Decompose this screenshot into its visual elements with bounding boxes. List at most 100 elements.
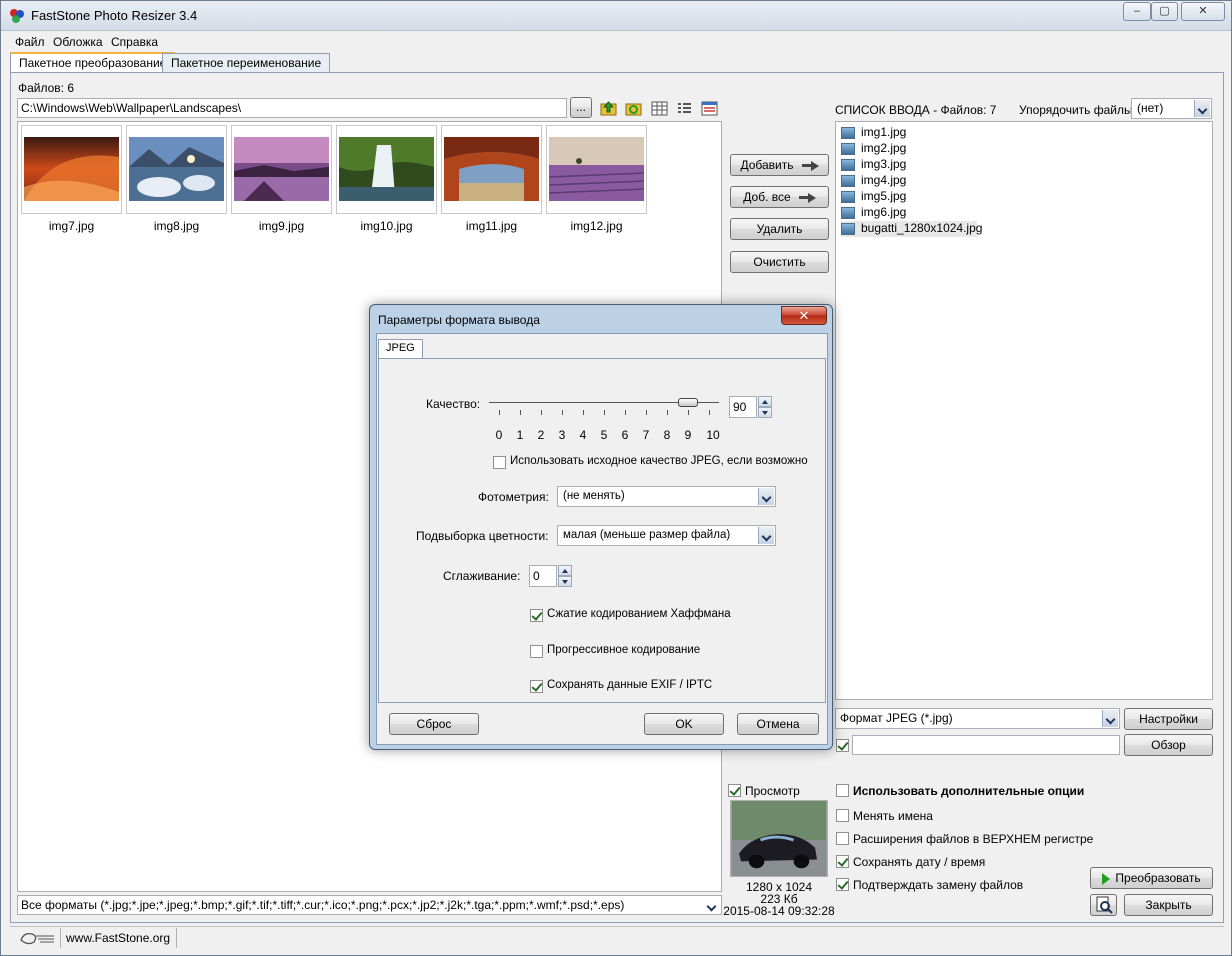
menu-skin[interactable]: Обложка [53,35,103,49]
thumbnail[interactable] [336,125,437,214]
details-view-icon[interactable] [701,100,718,117]
quality-spinner[interactable] [758,396,772,418]
keep-exif-label: Сохранять данные EXIF / IPTC [547,679,713,691]
tab-jpeg[interactable]: JPEG [378,339,423,358]
title-bar[interactable]: FastStone Photo Resizer 3.4 – ▢ ✕ [1,1,1231,31]
spin-up-icon[interactable] [558,565,572,576]
smoothing-spinner[interactable] [558,565,572,587]
image-file-icon [841,207,855,219]
spin-down-icon[interactable] [558,576,572,587]
list-view-icon[interactable] [676,100,693,117]
progressive-checkbox[interactable] [530,645,543,658]
maximize-button[interactable]: ▢ [1151,2,1178,21]
uppercase-ext-checkbox[interactable] [836,832,849,845]
smoothing-label: Сглаживание: [443,569,521,583]
dialog-close-button[interactable]: ✕ [781,306,827,325]
add-all-button[interactable]: Доб. все [730,186,829,208]
chevron-down-icon[interactable] [758,527,774,544]
image-file-icon [841,223,855,235]
image-file-icon [841,143,855,155]
list-item[interactable]: bugatti_1280x1024.jpg [841,221,982,237]
chroma-subsampling-combo[interactable]: малая (меньше размер файла) [557,525,776,546]
output-folder-field[interactable] [852,735,1120,755]
chevron-down-icon[interactable] [704,897,720,913]
slider-thumb[interactable] [678,398,698,407]
menu-file[interactable]: Файл [15,35,45,49]
add-button[interactable]: Добавить [730,154,829,176]
landscape-photo [234,137,329,201]
quality-slider[interactable] [489,398,719,422]
smoothing-input[interactable]: 0 [529,565,557,587]
clear-button[interactable]: Очистить [730,251,829,273]
quality-input[interactable]: 90 [729,396,757,418]
huffman-checkbox[interactable] [530,609,543,622]
thumbnail[interactable] [21,125,122,214]
file-filter-combo[interactable]: Все форматы (*.jpg;*.jpe;*.jpeg;*.bmp;*.… [17,895,722,915]
source-path-field[interactable]: C:\Windows\Web\Wallpaper\Landscapes\ [17,98,567,118]
tab-batch-convert[interactable]: Пакетное преобразование [10,52,176,73]
browse-folder-button[interactable]: ... [570,97,592,118]
thumbnail[interactable] [126,125,227,214]
quality-label: Качество: [426,397,481,411]
play-icon [1102,872,1111,885]
thumbnail-label: img11.jpg [465,219,518,233]
thumbnail-label: img7.jpg [48,219,95,233]
thumbnail[interactable] [231,125,332,214]
spin-up-icon[interactable] [758,396,772,407]
website-link[interactable]: www.FastStone.org [66,931,170,945]
photometric-value: (не менять) [563,490,625,502]
sort-files-label: Упорядочить файлы: [1019,103,1136,117]
refresh-folder-icon[interactable] [625,100,642,117]
dialog-title: Параметры формата вывода [378,313,540,327]
keep-exif-checkbox[interactable] [530,680,543,693]
browse-output-button[interactable]: Обзор [1124,734,1213,756]
settings-button[interactable]: Настройки [1124,708,1213,730]
confirm-overwrite-checkbox[interactable] [836,878,849,891]
input-file-list[interactable]: img1.jpg img2.jpg img3.jpg img4.jpg img5… [835,121,1213,700]
thumbnail-view-icon[interactable] [651,100,668,117]
source-files-count: Файлов: 6 [18,81,75,95]
thumbnail-label: img8.jpg [153,219,200,233]
reset-button[interactable]: Сброс [389,713,479,735]
output-format-value: Формат JPEG (*.jpg) [840,711,953,725]
close-button[interactable]: Закрыть [1124,894,1213,916]
cancel-button[interactable]: Отмена [737,713,819,735]
close-window-button[interactable]: ✕ [1181,2,1225,21]
folder-up-icon[interactable] [600,100,617,117]
thumbnail-label: img10.jpg [360,219,413,233]
arrow-right-icon [798,196,808,200]
confirm-overwrite-label: Подтверждать замену файлов [853,878,1024,892]
ok-button[interactable]: OK [644,713,724,735]
quality-scale: 0 1 2 3 4 5 6 7 8 9 10 [495,428,720,442]
landscape-photo [549,137,644,201]
progressive-label: Прогрессивное кодирование [547,644,701,656]
image-file-icon [841,159,855,171]
preview-label: Просмотр [745,784,800,798]
photometric-combo[interactable]: (не менять) [557,486,776,507]
chevron-down-icon[interactable] [758,488,774,505]
thumbnail[interactable] [546,125,647,214]
keep-date-label: Сохранять дату / время [853,855,986,869]
convert-button[interactable]: Преобразовать [1090,867,1213,889]
output-format-combo[interactable]: Формат JPEG (*.jpg) [835,708,1120,729]
advanced-options-label: Использовать дополнительные опции [853,784,1085,798]
chroma-subsampling-label: Подвыборка цветности: [416,529,549,543]
spin-down-icon[interactable] [758,407,772,418]
thumbnail[interactable] [441,125,542,214]
chevron-down-icon[interactable] [1194,100,1210,117]
keep-date-checkbox[interactable] [836,855,849,868]
output-folder-checkbox[interactable] [836,739,849,752]
sort-files-combo[interactable]: (нет) [1131,98,1212,119]
advanced-options-checkbox[interactable] [836,784,849,797]
minimize-button[interactable]: – [1123,2,1151,21]
menu-help[interactable]: Справка [111,35,158,49]
tab-batch-rename[interactable]: Пакетное переименование [162,53,331,72]
preview-checkbox[interactable] [728,784,741,797]
remove-button[interactable]: Удалить [730,218,829,240]
chevron-down-icon[interactable] [1102,710,1118,727]
image-file-icon [841,191,855,203]
use-original-quality-checkbox[interactable] [493,456,506,469]
preview-magnifier-button[interactable] [1090,894,1117,916]
landscape-photo [339,137,434,201]
rename-checkbox[interactable] [836,809,849,822]
